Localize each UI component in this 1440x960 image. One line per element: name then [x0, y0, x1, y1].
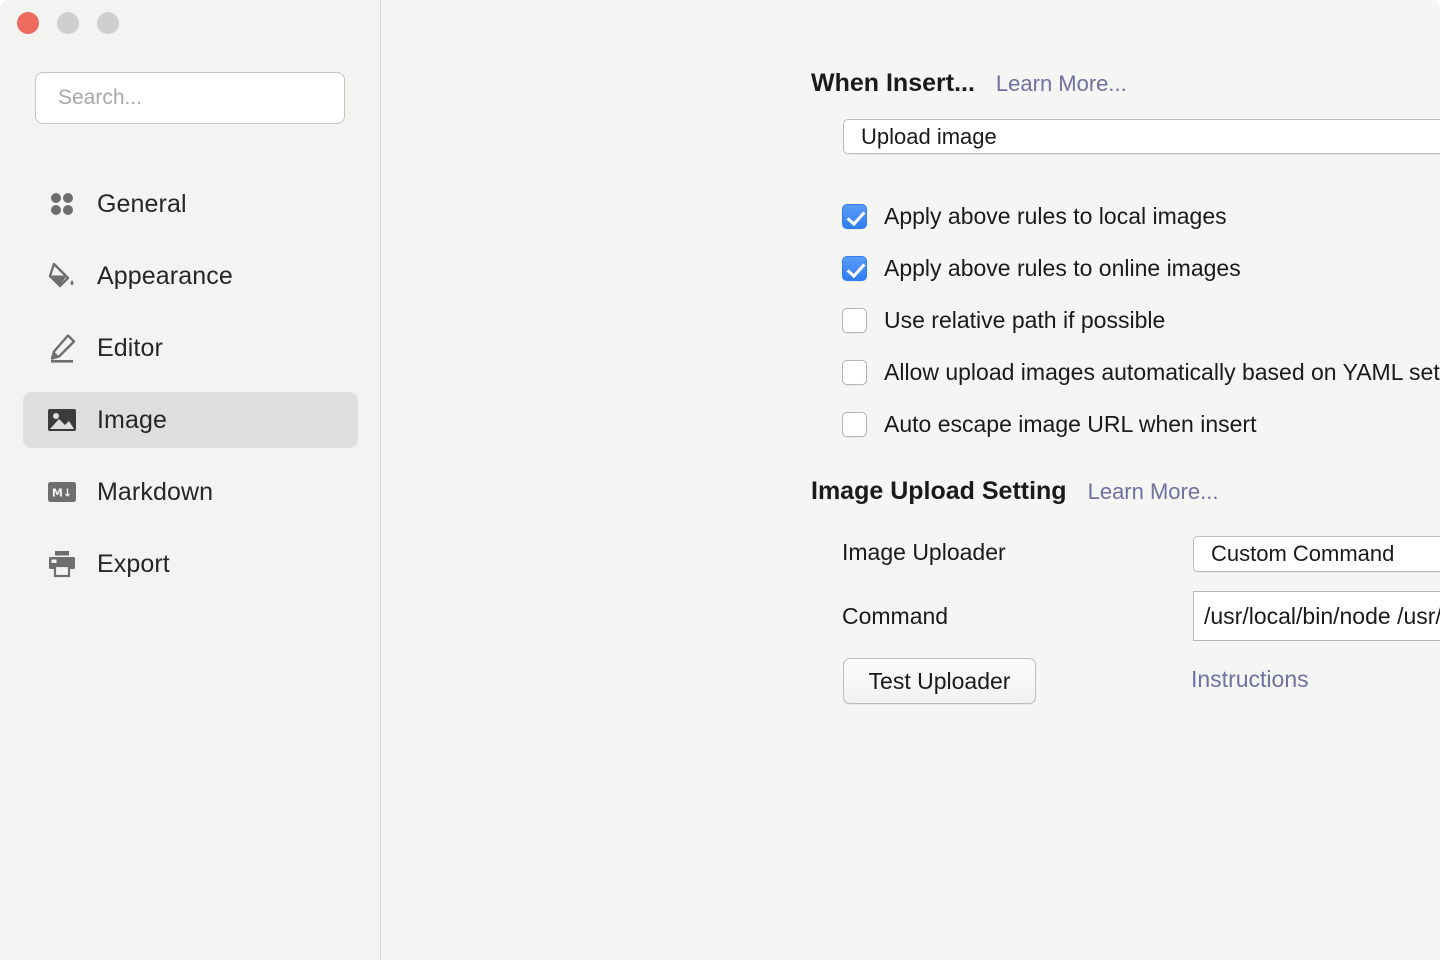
checkbox-label: Allow upload images automatically based …	[884, 359, 1440, 386]
sidebar: General Appearance	[0, 0, 381, 960]
upload-section-title: Image Upload Setting	[811, 477, 1067, 506]
sidebar-item-general[interactable]: General	[23, 176, 358, 232]
four-dots-icon	[45, 187, 79, 221]
sidebar-item-label: Image	[97, 406, 167, 435]
checkbox-label: Use relative path if possible	[884, 307, 1165, 334]
upload-learn-more-link[interactable]: Learn More...	[1088, 479, 1219, 505]
preferences-window: General Appearance	[0, 0, 1440, 960]
checkbox-local-images[interactable]	[842, 204, 867, 229]
zoom-window-button[interactable]	[97, 12, 119, 34]
checkbox-row-relative-path[interactable]: Use relative path if possible	[842, 294, 1440, 346]
checkbox-row-online-images[interactable]: Apply above rules to online images	[842, 242, 1440, 294]
insert-learn-more-link[interactable]: Learn More...	[996, 71, 1127, 97]
minimize-window-button[interactable]	[57, 12, 79, 34]
checkbox-online-images[interactable]	[842, 256, 867, 281]
sidebar-item-label: Export	[97, 550, 170, 579]
command-input[interactable]	[1193, 591, 1440, 641]
checkbox-auto-escape-url[interactable]	[842, 412, 867, 437]
traffic-lights	[17, 12, 119, 34]
image-uploader-popup[interactable]: Custom Command	[1193, 536, 1440, 572]
sidebar-item-label: General	[97, 190, 187, 219]
pencil-icon	[45, 331, 79, 365]
sidebar-item-appearance[interactable]: Appearance	[23, 248, 358, 304]
insert-options-list: Apply above rules to local images Apply …	[842, 190, 1440, 450]
checkbox-label: Auto escape image URL when insert	[884, 411, 1256, 438]
checkbox-row-yaml-autoupload[interactable]: Allow upload images automatically based …	[842, 346, 1440, 398]
search-input[interactable]	[35, 72, 345, 124]
svg-text:M↓: M↓	[52, 487, 72, 500]
paint-bucket-icon	[45, 259, 79, 293]
insert-section-title: When Insert...	[811, 69, 975, 98]
insert-action-popup[interactable]: Upload image	[843, 119, 1440, 154]
insert-section-header: When Insert... Learn More...	[811, 69, 1127, 98]
sidebar-item-image[interactable]: Image	[23, 392, 358, 448]
sidebar-item-label: Editor	[97, 334, 163, 363]
search-field[interactable]	[35, 72, 345, 124]
instructions-link[interactable]: Instructions	[1191, 666, 1309, 693]
checkbox-yaml-autoupload[interactable]	[842, 360, 867, 385]
sidebar-item-label: Appearance	[97, 262, 233, 291]
sidebar-item-editor[interactable]: Editor	[23, 320, 358, 376]
checkbox-row-auto-escape-url[interactable]: Auto escape image URL when insert	[842, 398, 1440, 450]
sidebar-item-markdown[interactable]: M↓ Markdown	[23, 464, 358, 520]
checkbox-label: Apply above rules to online images	[884, 255, 1241, 282]
command-label: Command	[842, 603, 948, 630]
image-uploader-label: Image Uploader	[842, 539, 1006, 566]
image-uploader-value: Custom Command	[1194, 541, 1394, 567]
insert-action-value: Upload image	[844, 124, 997, 150]
sidebar-item-label: Markdown	[97, 478, 213, 507]
test-uploader-button[interactable]: Test Uploader	[843, 658, 1036, 704]
checkbox-label: Apply above rules to local images	[884, 203, 1227, 230]
sidebar-nav: General Appearance	[23, 176, 358, 608]
settings-pane: When Insert... Learn More... Upload imag…	[381, 0, 1440, 960]
upload-section-header: Image Upload Setting Learn More...	[811, 477, 1218, 506]
close-window-button[interactable]	[17, 12, 39, 34]
image-icon	[45, 403, 79, 437]
checkbox-relative-path[interactable]	[842, 308, 867, 333]
sidebar-item-export[interactable]: Export	[23, 536, 358, 592]
printer-icon	[45, 547, 79, 581]
checkbox-row-local-images[interactable]: Apply above rules to local images	[842, 190, 1440, 242]
markdown-icon: M↓	[45, 475, 79, 509]
